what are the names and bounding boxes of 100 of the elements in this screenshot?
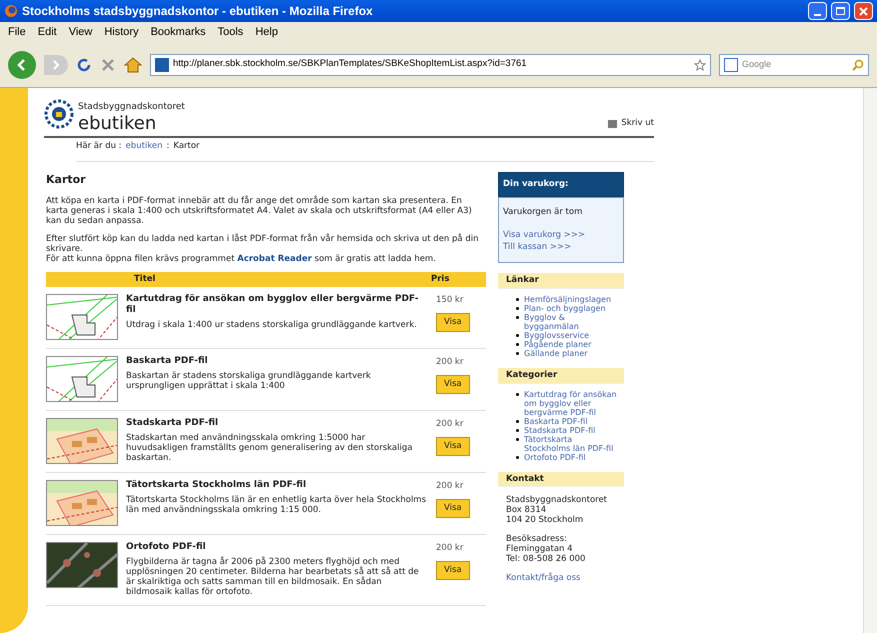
breadcrumb-label: Här är du : bbox=[76, 140, 122, 153]
intro-paragraph: Att köpa en karta i PDF-format innebär att du får ange det område som kartan ska presentera. En karta generas i skala 1:400 och utskriftsformatet A4. Valet av skala och utskriftsformat (A4 eller A3) kan du sedan anpassa. bbox=[46, 196, 473, 226]
printer-icon bbox=[608, 120, 618, 128]
bullet-icon bbox=[516, 352, 519, 355]
bullet-icon bbox=[516, 316, 519, 319]
menu-item[interactable]: Edit bbox=[38, 24, 57, 40]
map-thumbnail bbox=[46, 418, 118, 464]
product-description: Utdrag i skala 1:400 ur stadens storskaliga grundläggande kartverk. bbox=[126, 320, 418, 330]
cart-link[interactable]: Visa varukorg >>> bbox=[503, 228, 619, 242]
bullet-icon bbox=[516, 342, 519, 346]
product-price: 200 kr bbox=[436, 542, 464, 555]
url-text: http://planer.sbk.stockholm.se/SBKPlanTemplates/SBKeShopItemList.aspx?id=3761 bbox=[173, 57, 528, 72]
sidebar-link[interactable]: Pågående planer bbox=[524, 340, 592, 349]
menu-item[interactable]: View bbox=[68, 24, 92, 40]
acrobat-reader-link[interactable]: Acrobat Reader bbox=[237, 254, 312, 264]
bullet-icon bbox=[516, 438, 519, 440]
sidebar-link[interactable]: Tätortskarta Stockholms län PDF-fil bbox=[524, 434, 620, 452]
sidebar-link[interactable]: Kartutdrag för ansökan om bygglov eller bergvärme PDF-fil bbox=[524, 390, 620, 416]
bullet-icon bbox=[516, 298, 519, 301]
contact-link[interactable]: Kontakt/fråga oss bbox=[506, 573, 616, 584]
aerial-photo-placeholder bbox=[46, 542, 118, 588]
sidebar-link[interactable]: Gällande planer bbox=[524, 348, 588, 358]
menu-item[interactable]: Tools bbox=[218, 24, 244, 40]
search-field[interactable]: Google bbox=[719, 54, 869, 76]
reload-icon[interactable] bbox=[76, 56, 92, 72]
map-thumbnail bbox=[46, 294, 118, 340]
product-price: 150 kr bbox=[436, 294, 464, 307]
product-title: Kartutdrag för ansökan om bygglov eller bergvärme PDF-fil bbox=[126, 294, 420, 316]
product-description: Baskartan är stadens storskaliga grundläggande kartverk ursprungligen upprättat i skala 1:400 bbox=[126, 371, 372, 392]
sidebar-heading: Kategorier bbox=[498, 368, 624, 384]
view-button[interactable]: Visa bbox=[436, 499, 470, 518]
map-thumbnail bbox=[46, 480, 118, 526]
sidebar-link[interactable]: Ortofoto PDF-fil bbox=[524, 452, 586, 462]
menu-item[interactable]: Help bbox=[255, 24, 278, 40]
sidebar-link[interactable]: Plan- och bygglagen bbox=[524, 304, 606, 313]
breadcrumb-separator: : bbox=[166, 140, 170, 153]
sidebar-link[interactable]: Bygglov & bygganmälan bbox=[524, 312, 620, 331]
intro-paragraph: För att kunna öppna filen krävs programmet Acrobat Reader som är gratis att ladda hem. bbox=[46, 254, 437, 264]
bullet-icon bbox=[516, 456, 519, 458]
map-thumbnail bbox=[46, 356, 118, 402]
product-description: Flygbilderna är tagna år 2006 på 2300 meters flyghöjd och med upplösningen 20 centimeter. Bilderna har bearbetats så att så att de är skalriktiga och satts samman till en bildmosaik. En sådan bildmosaik kallas för ortofoto. bbox=[126, 557, 420, 598]
sidebar-link[interactable]: Hemförsäljningslagen bbox=[524, 294, 612, 304]
close-button[interactable] bbox=[854, 2, 873, 20]
sidebar-heading: Kontakt bbox=[498, 472, 624, 488]
sidebar-link[interactable]: Stadskarta PDF-fil bbox=[524, 426, 596, 434]
breadcrumb-current: Kartor bbox=[173, 140, 200, 153]
contact-line: Stadsbyggnadskontoret bbox=[506, 495, 608, 506]
bookmark-star-icon[interactable] bbox=[694, 58, 706, 70]
search-input[interactable]: Google bbox=[742, 58, 848, 72]
stop-icon[interactable] bbox=[100, 56, 116, 72]
search-engine-icon bbox=[724, 58, 738, 72]
product-price: 200 kr bbox=[436, 480, 464, 493]
maximize-button[interactable] bbox=[831, 2, 850, 20]
product-title: Tätortskarta Stockholms län PDF-fil bbox=[126, 480, 308, 492]
view-button[interactable]: Visa bbox=[436, 313, 470, 332]
bullet-icon bbox=[516, 306, 519, 310]
contact-line: Tel: 08-508 26 000 bbox=[506, 554, 586, 564]
bullet-icon bbox=[516, 420, 519, 422]
bullet-icon bbox=[516, 334, 519, 337]
address-field[interactable]: http://planer.sbk.stockholm.se/SBKPlanTemplates/SBKeShopItemList.aspx?id=3761 bbox=[150, 54, 711, 76]
view-button[interactable]: Visa bbox=[436, 437, 470, 456]
product-description: Stadskartan med användningsskala omkring 1:5000 har huvudsakligen framställts genom generalisering av den storskaliga baskartan. bbox=[126, 433, 414, 464]
menu-item[interactable]: File bbox=[8, 24, 26, 40]
breadcrumb-link[interactable]: ebutiken bbox=[126, 140, 163, 153]
view-button[interactable]: Visa bbox=[436, 561, 470, 580]
bullet-icon bbox=[516, 392, 519, 396]
menu-item[interactable]: Bookmarks bbox=[150, 24, 206, 40]
search-icon[interactable] bbox=[852, 58, 864, 70]
sidebar-link[interactable]: Baskarta PDF-fil bbox=[524, 416, 588, 426]
site-icon bbox=[155, 58, 169, 72]
page-heading: Kartor bbox=[46, 172, 87, 188]
product-title: Baskarta PDF-fil bbox=[126, 356, 209, 368]
window-title: Stockholms stadsbyggnadskontor - ebutiken - Mozilla Firefox bbox=[22, 3, 374, 20]
firefox-icon bbox=[4, 4, 18, 18]
contact-line: Box 8314 bbox=[506, 505, 548, 516]
product-price: 200 kr bbox=[436, 356, 464, 369]
product-price: 200 kr bbox=[436, 418, 464, 431]
cart-link[interactable]: Till kassan >>> bbox=[503, 241, 619, 254]
contact-line: Fleminggatan 4 bbox=[506, 544, 574, 554]
product-description: Tätortskarta Stockholms län är en enhetlig karta över hela Stockholms län med användningsskala omkring 1:15 000. bbox=[126, 495, 428, 516]
site-title: ebutiken bbox=[78, 114, 158, 134]
cart-status: Varukorgen är tom bbox=[503, 206, 584, 218]
contact-line: Besöksadress: bbox=[506, 534, 568, 544]
contact-line: 104 20 Stockholm bbox=[506, 515, 584, 526]
column-header: Titel bbox=[134, 273, 156, 286]
sidebar-link[interactable]: Bygglovsservice bbox=[524, 330, 590, 340]
home-icon[interactable] bbox=[124, 56, 142, 72]
column-header: Pris bbox=[431, 273, 450, 286]
product-title: Ortofoto PDF-fil bbox=[126, 542, 207, 554]
minimize-button[interactable] bbox=[808, 2, 827, 20]
intro-paragraph: Efter slutfört köp kan du ladda ned kartan i låst PDF-format från vår hemsida och skriva ut den på din skrivare. bbox=[46, 234, 480, 254]
back-button[interactable] bbox=[8, 50, 36, 78]
view-button[interactable]: Visa bbox=[436, 375, 470, 394]
close-icon bbox=[859, 6, 868, 16]
product-title: Stadskarta PDF-fil bbox=[126, 418, 220, 430]
organization-name: Stadsbyggnadskontoret bbox=[78, 100, 186, 114]
menu-item[interactable]: History bbox=[104, 24, 139, 40]
sidebar-heading: Länkar bbox=[498, 273, 624, 289]
cart-header: Din varukorg: bbox=[498, 172, 624, 197]
print-link[interactable]: Skriv ut bbox=[608, 117, 654, 130]
